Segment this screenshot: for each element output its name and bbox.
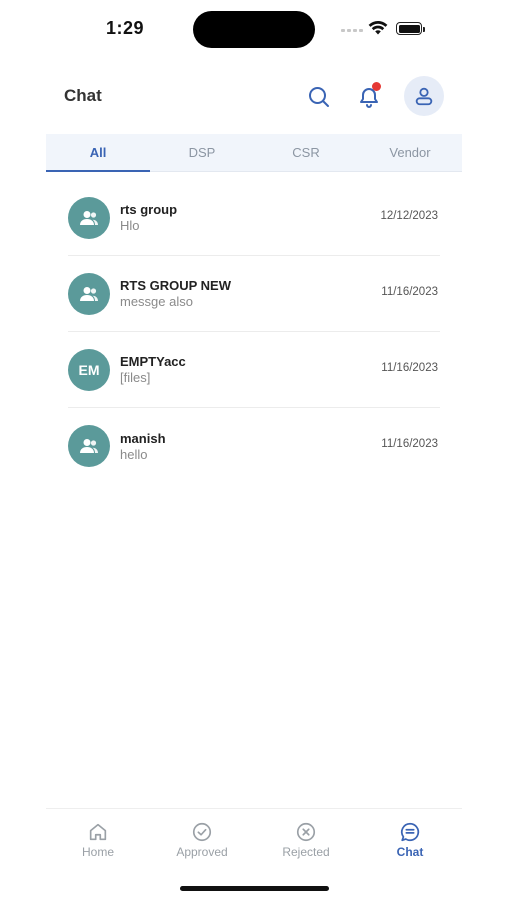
nav-home[interactable]: Home — [46, 809, 150, 864]
group-icon — [80, 439, 98, 453]
search-icon — [309, 87, 329, 107]
page-title: Chat — [64, 86, 102, 105]
profile-button[interactable] — [404, 76, 444, 116]
bottom-nav: Home Approved Rejected Chat — [46, 808, 462, 864]
avatar — [68, 196, 110, 239]
home-icon — [87, 821, 109, 843]
tab-csr[interactable]: CSR — [254, 134, 358, 171]
status-time: 1:29 — [106, 18, 145, 38]
nav-rejected[interactable]: Rejected — [254, 809, 358, 864]
x-circle-icon — [295, 821, 317, 843]
dynamic-island — [193, 11, 315, 48]
tab-vendor[interactable]: Vendor — [358, 134, 462, 171]
nav-approved-label: Approved — [176, 845, 228, 859]
chat-date: 11/16/2023 — [381, 438, 438, 450]
wifi-icon — [368, 20, 388, 41]
chat-list-item[interactable]: manish hello 11/16/2023 — [68, 408, 440, 484]
nav-rejected-label: Rejected — [282, 845, 330, 859]
chat-list-item[interactable]: EM EMPTYacc [files] 11/16/2023 — [68, 332, 440, 408]
nav-home-label: Home — [81, 845, 114, 859]
nav-chat-label: Chat — [396, 845, 424, 859]
search-button[interactable] — [300, 78, 338, 116]
chat-date: 12/12/2023 — [380, 210, 438, 222]
user-icon — [415, 87, 433, 106]
group-icon — [80, 286, 98, 301]
nav-approved[interactable]: Approved — [150, 809, 254, 864]
check-circle-icon — [191, 821, 213, 843]
notifications-button[interactable] — [350, 78, 388, 116]
chat-icon — [399, 821, 421, 843]
tab-all[interactable]: All — [46, 134, 150, 172]
home-indicator — [180, 886, 329, 891]
avatar — [68, 425, 110, 467]
battery-icon — [396, 22, 425, 35]
nav-chat[interactable]: Chat — [358, 809, 462, 864]
tab-dsp[interactable]: DSP — [150, 134, 254, 171]
avatar — [68, 272, 110, 315]
avatar: EM — [68, 348, 110, 391]
chat-list-item[interactable]: RTS GROUP NEW messge also 11/16/2023 — [68, 256, 440, 332]
chat-date: 11/16/2023 — [381, 286, 438, 298]
status-bar: 1:29 — [0, 0, 507, 60]
notification-dot — [372, 82, 381, 91]
chat-list: rts group Hlo 12/12/2023 RTS GROUP NEW m… — [68, 180, 440, 484]
chat-filter-tabs: All DSP CSR Vendor — [46, 134, 462, 172]
group-icon — [80, 210, 98, 225]
signal-icon — [341, 29, 363, 32]
app-header: Chat — [0, 70, 507, 126]
chat-list-item[interactable]: rts group Hlo 12/12/2023 — [68, 180, 440, 256]
chat-date: 11/16/2023 — [381, 362, 438, 374]
